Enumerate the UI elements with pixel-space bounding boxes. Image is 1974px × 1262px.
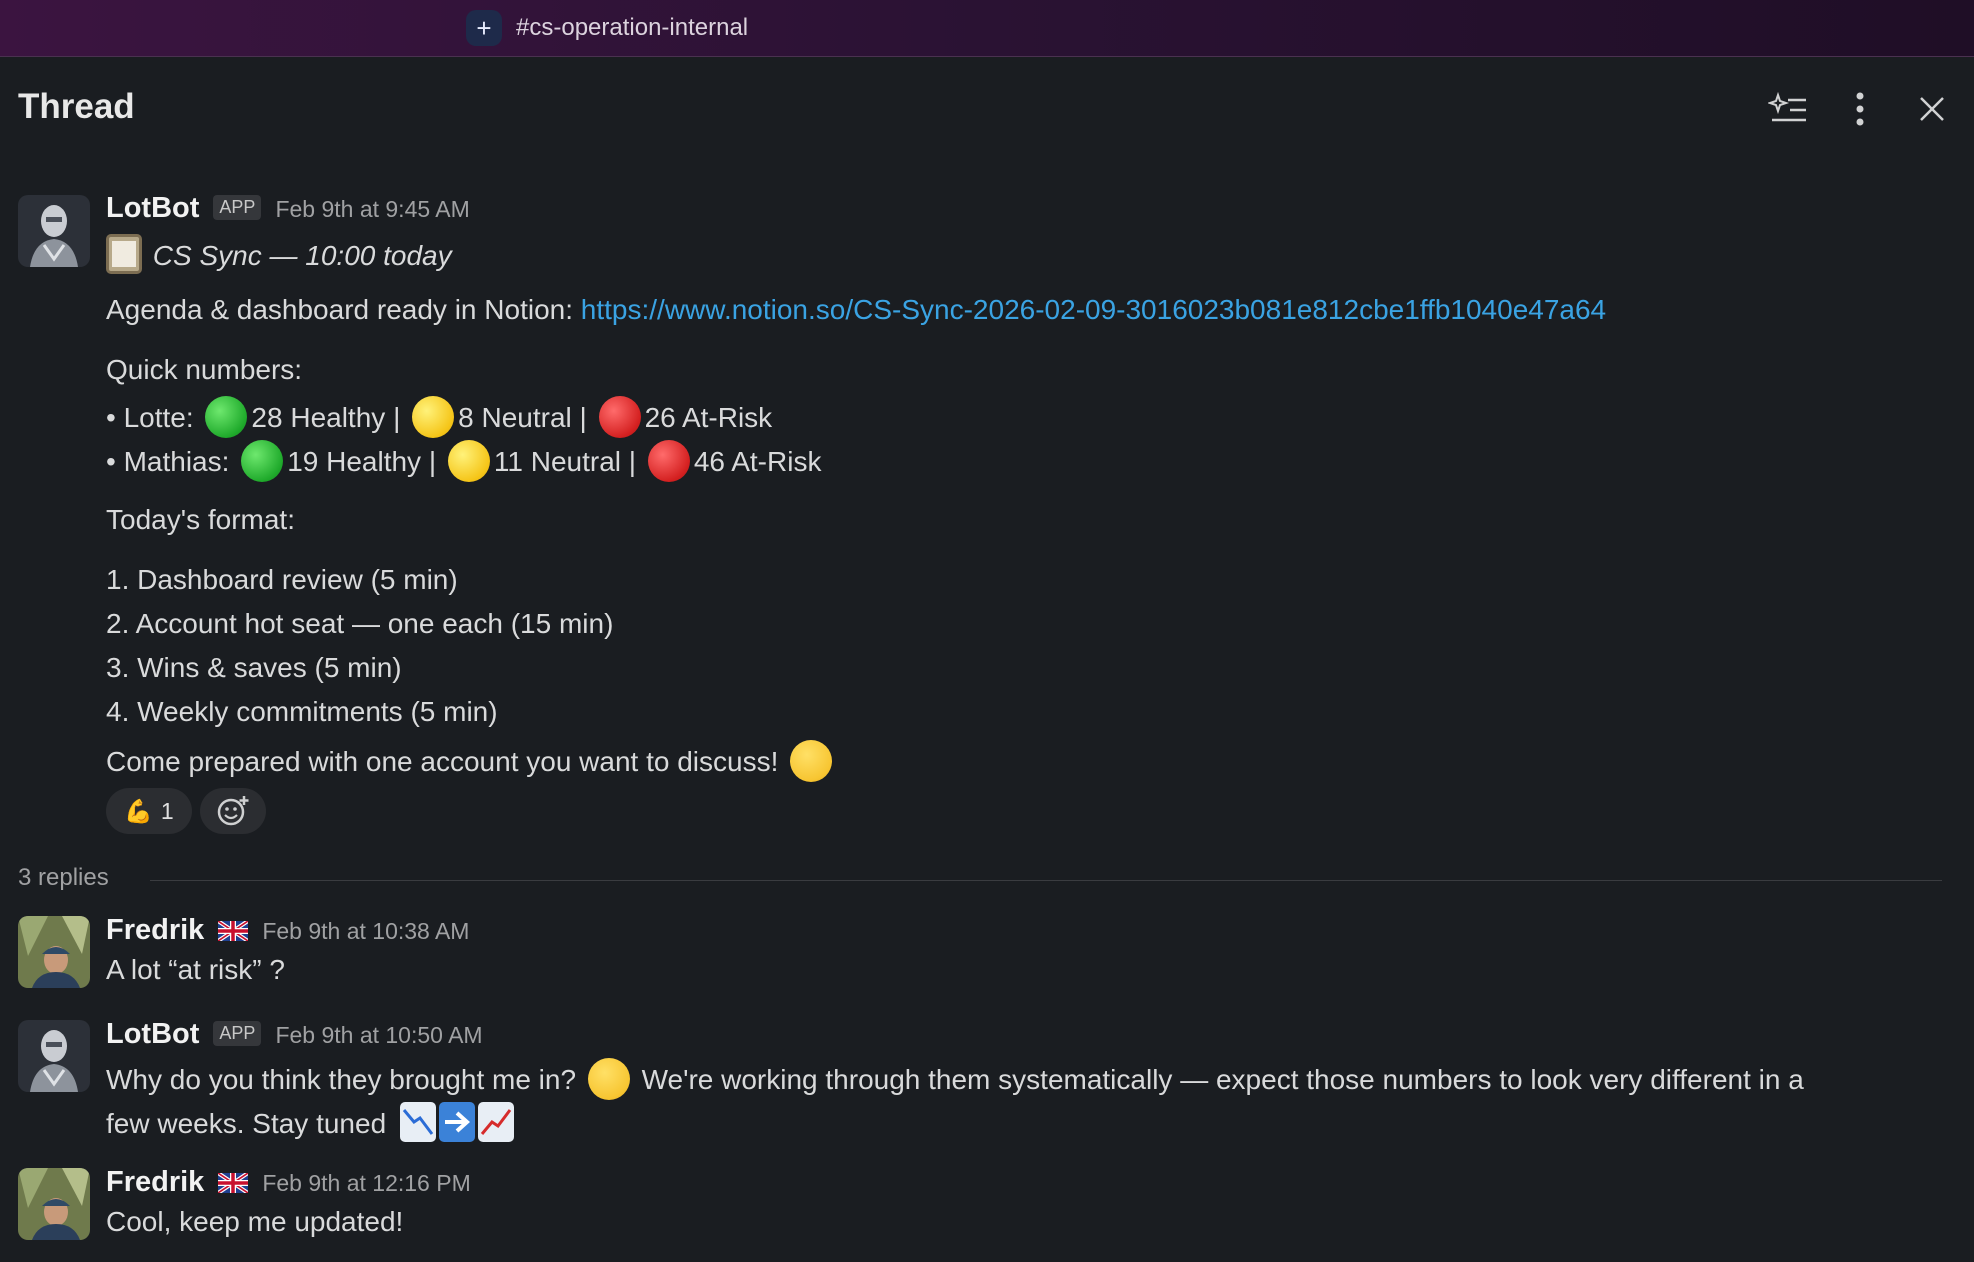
timestamp[interactable]: Feb 9th at 10:38 AM bbox=[262, 918, 469, 945]
message-heading: CS Sync — 10:00 today bbox=[106, 234, 452, 274]
reply-message: LotBot APP Feb 9th at 10:50 AM Why do yo… bbox=[0, 1018, 1974, 1142]
reply-text: A lot “at risk” ? bbox=[106, 954, 285, 985]
message-header: Fredrik Feb 9th at 10:38 AM bbox=[106, 914, 469, 947]
message-header: Fredrik Feb 9th at 12:16 PM bbox=[106, 1166, 471, 1199]
red-circle-icon bbox=[598, 396, 641, 438]
notion-link[interactable]: https://www.notion.so/CS-Sync-2026-02-09… bbox=[581, 294, 1606, 325]
author-name[interactable]: Fredrik bbox=[106, 1166, 204, 1199]
heading-text: CS Sync — 10:00 today bbox=[152, 240, 452, 271]
yellow-circle-icon bbox=[412, 396, 455, 438]
author-name[interactable]: LotBot bbox=[106, 1018, 199, 1051]
thread-header: Thread bbox=[0, 57, 1974, 157]
at-risk-count: 46 At-Risk bbox=[693, 446, 822, 477]
author-name[interactable]: Fredrik bbox=[106, 914, 204, 947]
closing-text: Come prepared with one account you want … bbox=[106, 746, 779, 777]
stats-name: • Lotte: bbox=[106, 402, 194, 433]
replies-divider: 3 replies bbox=[18, 862, 1942, 898]
closing-line: Come prepared with one account you want … bbox=[106, 740, 836, 782]
reaction-flexed-biceps[interactable]: 💪 1 bbox=[106, 788, 192, 834]
thread-title: Thread bbox=[18, 87, 135, 126]
channel-name: #cs-operation-internal bbox=[516, 14, 749, 41]
flexed-biceps-icon: 💪 bbox=[124, 797, 153, 824]
ai-summary-button[interactable] bbox=[1764, 85, 1812, 133]
healthy-count: 28 Healthy | bbox=[251, 402, 401, 433]
fredrik-avatar[interactable] bbox=[18, 916, 90, 988]
chart-decreasing-icon bbox=[399, 1102, 436, 1142]
green-circle-icon bbox=[241, 440, 284, 482]
robot-avatar-icon bbox=[18, 195, 90, 267]
clipboard-icon bbox=[106, 234, 142, 274]
format-label: Today's format: bbox=[106, 504, 295, 535]
stats-row-mathias: • Mathias: 19 Healthy | 11 Neutral | 46 … bbox=[106, 440, 821, 482]
healthy-count: 19 Healthy | bbox=[287, 446, 437, 477]
stats-row-lotte: • Lotte: 28 Healthy | 8 Neutral | 26 At-… bbox=[106, 396, 772, 438]
robot-avatar-icon bbox=[18, 1020, 90, 1092]
app-badge: APP bbox=[213, 1021, 262, 1046]
divider-line bbox=[150, 880, 1942, 881]
add-reaction-icon bbox=[217, 796, 249, 826]
replies-count: 3 replies bbox=[18, 864, 109, 891]
author-name[interactable]: LotBot bbox=[106, 192, 199, 225]
lotbot-avatar[interactable] bbox=[18, 195, 90, 267]
format-item: 4. Weekly commitments (5 min) bbox=[106, 696, 498, 727]
reply-text: Cool, keep me updated! bbox=[106, 1206, 404, 1237]
reply-text: We're working through them systematicall… bbox=[641, 1064, 1804, 1095]
reply-message: Fredrik Feb 9th at 12:16 PM Cool, keep m… bbox=[0, 1166, 1974, 1246]
more-vertical-icon bbox=[1856, 92, 1864, 126]
user-avatar-icon bbox=[18, 1168, 90, 1240]
chart-increasing-icon bbox=[477, 1102, 514, 1142]
uk-flag-icon bbox=[218, 1173, 249, 1193]
timestamp[interactable]: Feb 9th at 9:45 AM bbox=[275, 196, 469, 223]
message-header: LotBot APP Feb 9th at 10:50 AM bbox=[106, 1018, 483, 1051]
add-reaction-button[interactable] bbox=[200, 788, 266, 834]
neutral-count: 8 Neutral | bbox=[458, 402, 587, 433]
stats-name: • Mathias: bbox=[106, 446, 230, 477]
message-header: LotBot APP Feb 9th at 9:45 AM bbox=[106, 192, 470, 225]
right-arrow-icon bbox=[438, 1102, 475, 1142]
reply-message: Fredrik Feb 9th at 10:38 AM A lot “at ri… bbox=[0, 914, 1974, 990]
reply-text: Why do you think they brought me in? bbox=[106, 1064, 577, 1095]
top-bar: + #cs-operation-internal bbox=[0, 0, 1974, 57]
quick-numbers-label: Quick numbers: bbox=[106, 354, 303, 385]
more-options-button[interactable] bbox=[1836, 85, 1884, 133]
parent-message: LotBot APP Feb 9th at 9:45 AM CS Sync — … bbox=[0, 192, 1974, 842]
green-circle-icon bbox=[205, 396, 248, 438]
yellow-circle-icon bbox=[447, 440, 490, 482]
reply-text: few weeks. Stay tuned bbox=[106, 1108, 387, 1139]
user-avatar-icon bbox=[18, 916, 90, 988]
plus-icon: + bbox=[466, 10, 502, 46]
reply-text-line-2: few weeks. Stay tuned bbox=[106, 1102, 517, 1142]
close-thread-button[interactable] bbox=[1908, 85, 1956, 133]
close-icon bbox=[1920, 97, 1944, 121]
at-risk-count: 26 At-Risk bbox=[644, 402, 773, 433]
reply-text-line-1: Why do you think they brought me in? We'… bbox=[106, 1058, 1804, 1100]
app-badge: APP bbox=[213, 195, 262, 220]
smirking-face-icon bbox=[587, 1058, 630, 1100]
slightly-smiling-face-icon bbox=[790, 740, 833, 782]
reaction-count: 1 bbox=[160, 797, 174, 824]
uk-flag-icon bbox=[218, 921, 249, 941]
neutral-count: 11 Neutral | bbox=[493, 446, 637, 477]
format-item: 1. Dashboard review (5 min) bbox=[106, 564, 458, 595]
format-item: 3. Wins & saves (5 min) bbox=[106, 652, 402, 683]
channel-chip[interactable]: + #cs-operation-internal bbox=[466, 10, 748, 46]
agenda-prefix: Agenda & dashboard ready in Notion: bbox=[106, 294, 581, 325]
ai-summary-icon bbox=[1768, 91, 1806, 122]
lotbot-avatar[interactable] bbox=[18, 1020, 90, 1092]
timestamp[interactable]: Feb 9th at 10:50 AM bbox=[275, 1022, 482, 1049]
red-circle-icon bbox=[647, 440, 690, 482]
fredrik-avatar[interactable] bbox=[18, 1168, 90, 1240]
reactions-bar: 💪 1 bbox=[106, 788, 406, 834]
timestamp[interactable]: Feb 9th at 12:16 PM bbox=[262, 1170, 470, 1197]
agenda-line: Agenda & dashboard ready in Notion: http… bbox=[106, 294, 1606, 326]
format-item: 2. Account hot seat — one each (15 min) bbox=[106, 608, 614, 639]
